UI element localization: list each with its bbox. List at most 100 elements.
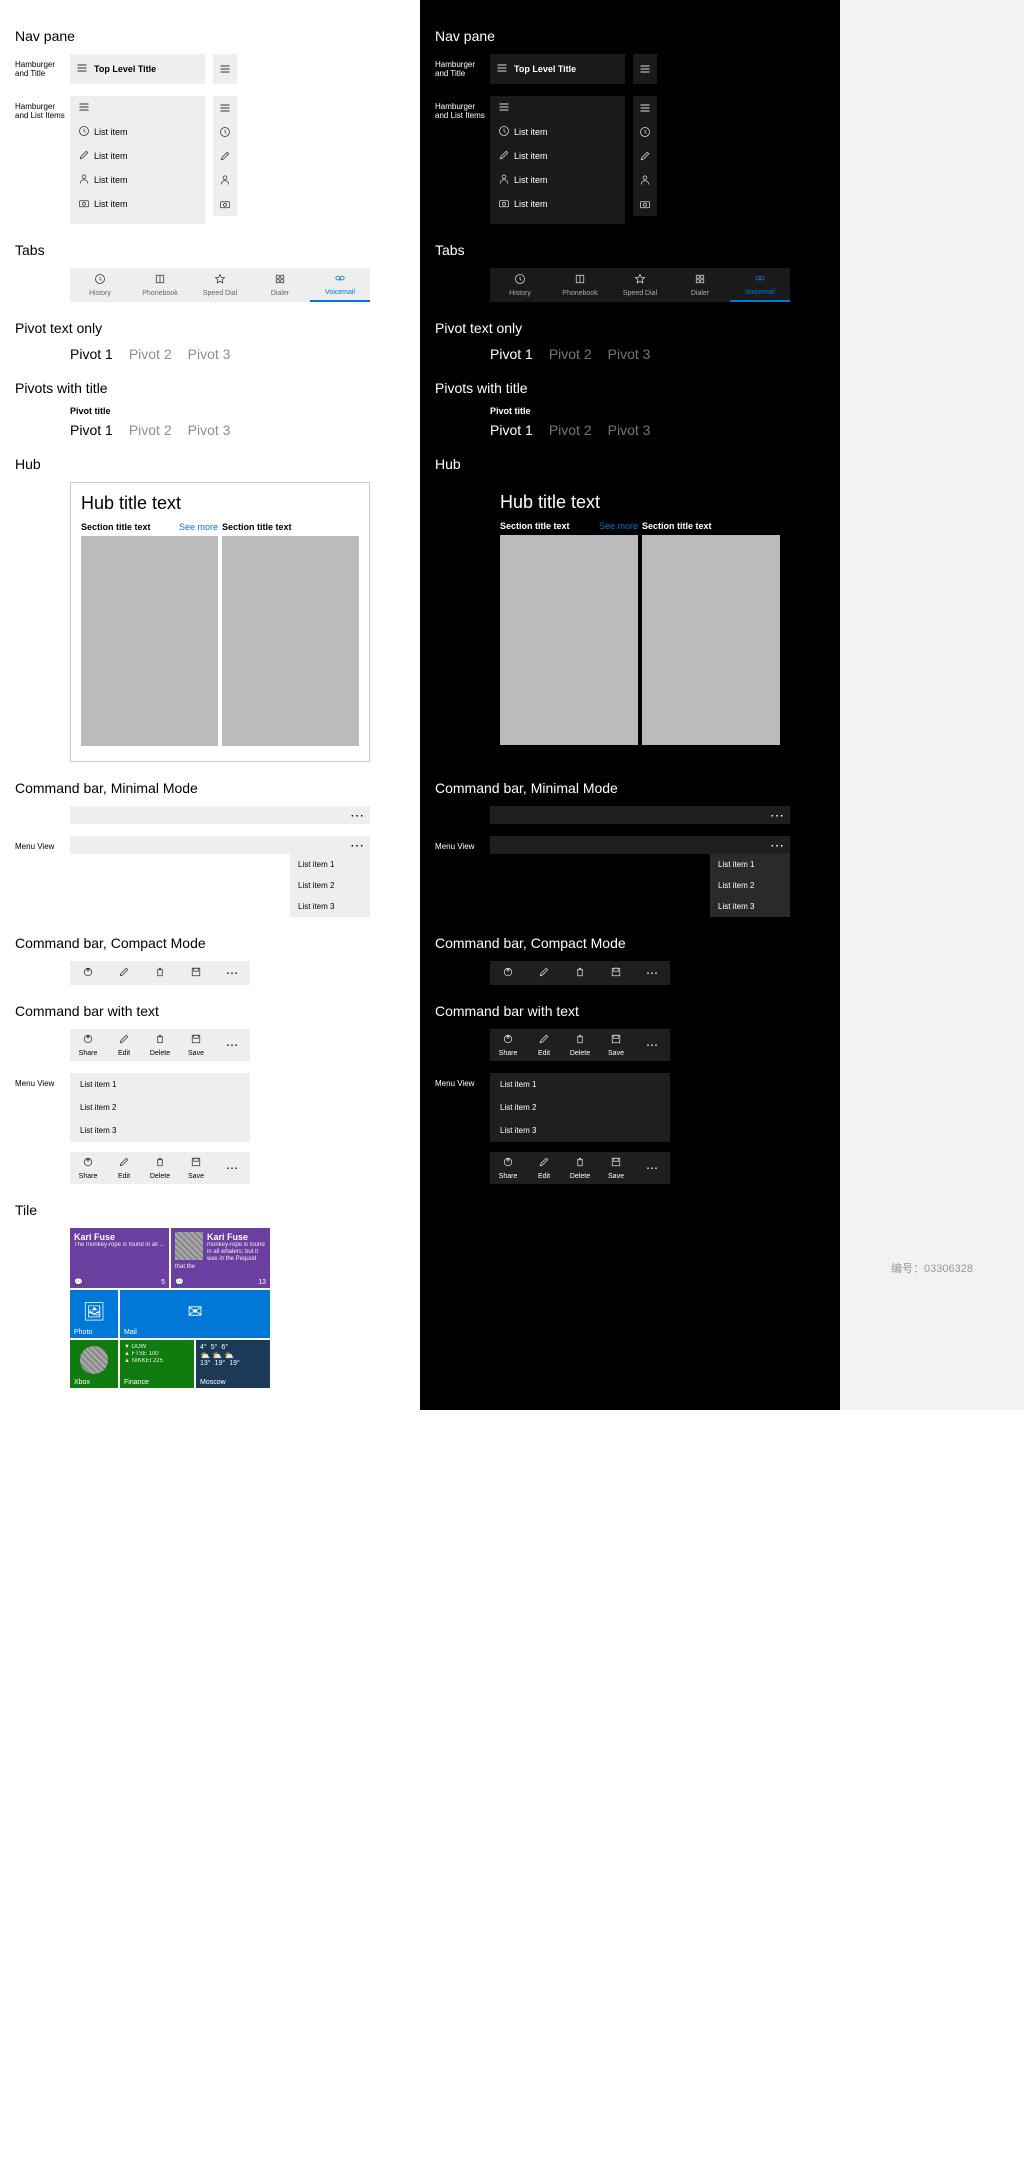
more-button[interactable]: ⋯ bbox=[350, 837, 364, 854]
nav-narrow-hamburger[interactable] bbox=[213, 54, 237, 84]
more-button[interactable]: ⋯ bbox=[214, 1029, 250, 1061]
trash-icon[interactable] bbox=[574, 966, 586, 981]
list-item[interactable]: List item 2 bbox=[70, 1096, 250, 1119]
pivot-3[interactable]: Pivot 3 bbox=[188, 346, 231, 362]
nav-list-item[interactable]: List item bbox=[70, 144, 205, 168]
pencil-icon[interactable] bbox=[118, 966, 130, 981]
share-icon[interactable] bbox=[82, 966, 94, 981]
cmd-share[interactable]: Share bbox=[70, 1152, 106, 1184]
menu-item[interactable]: List item 3 bbox=[710, 896, 790, 917]
tab-speeddial[interactable]: Speed Dial bbox=[610, 268, 670, 302]
nav-list-item[interactable]: List item bbox=[70, 168, 205, 192]
trash-icon[interactable] bbox=[154, 966, 166, 981]
hamburger-icon[interactable] bbox=[74, 101, 94, 116]
share-icon[interactable] bbox=[502, 966, 514, 981]
menu-item[interactable]: List item 1 bbox=[290, 854, 370, 875]
cmd-edit[interactable]: Edit bbox=[106, 1152, 142, 1184]
tile-photo[interactable]: 🖼Photo bbox=[70, 1290, 118, 1338]
tab-phonebook[interactable]: Phonebook bbox=[550, 268, 610, 302]
more-button[interactable]: ⋯ bbox=[770, 807, 784, 824]
tab-history[interactable]: History bbox=[70, 268, 130, 302]
pivot-3[interactable]: Pivot 3 bbox=[188, 422, 231, 438]
hamburger-icon[interactable] bbox=[213, 96, 237, 120]
more-button[interactable]: ⋯ bbox=[226, 966, 238, 980]
menu-item[interactable]: List item 1 bbox=[710, 854, 790, 875]
clock-icon[interactable] bbox=[633, 120, 657, 144]
cmd-save[interactable]: Save bbox=[178, 1029, 214, 1061]
cmd-share[interactable]: Share bbox=[490, 1029, 526, 1061]
cmd-save[interactable]: Save bbox=[598, 1152, 634, 1184]
save-icon[interactable] bbox=[610, 966, 622, 981]
hamburger-icon[interactable] bbox=[633, 96, 657, 120]
nav-list-item[interactable]: List item bbox=[490, 192, 625, 216]
person-icon[interactable] bbox=[213, 168, 237, 192]
pivot-2[interactable]: Pivot 2 bbox=[549, 422, 592, 438]
hamburger-icon[interactable] bbox=[490, 62, 514, 77]
list-item[interactable]: List item 3 bbox=[70, 1119, 250, 1142]
pivot-2[interactable]: Pivot 2 bbox=[549, 346, 592, 362]
menu-item[interactable]: List item 3 bbox=[290, 896, 370, 917]
tab-phonebook[interactable]: Phonebook bbox=[130, 268, 190, 302]
tile-xbox[interactable]: Xbox bbox=[70, 1340, 118, 1388]
pencil-icon[interactable] bbox=[213, 144, 237, 168]
tile-finance[interactable]: ▼ DOW ▲ FTSE 100 ▲ NIKKEI 225 Finance bbox=[120, 1340, 194, 1388]
nav-list-item[interactable]: List item bbox=[70, 120, 205, 144]
tab-voicemail[interactable]: Voicemail bbox=[730, 268, 790, 302]
person-icon[interactable] bbox=[633, 168, 657, 192]
tile-weather[interactable]: 4°5°6° ⛅ ⛅ ⛅ 13°19°19° Moscow bbox=[196, 1340, 270, 1388]
cmd-edit[interactable]: Edit bbox=[106, 1029, 142, 1061]
more-button[interactable]: ⋯ bbox=[214, 1152, 250, 1184]
tab-dialer[interactable]: Dialer bbox=[670, 268, 730, 302]
tab-history[interactable]: History bbox=[490, 268, 550, 302]
cmd-edit[interactable]: Edit bbox=[526, 1029, 562, 1061]
tab-dialer[interactable]: Dialer bbox=[250, 268, 310, 302]
cmd-delete[interactable]: Delete bbox=[562, 1152, 598, 1184]
tab-voicemail[interactable]: Voicemail bbox=[310, 268, 370, 302]
pivot-3[interactable]: Pivot 3 bbox=[608, 346, 651, 362]
more-button[interactable]: ⋯ bbox=[646, 966, 658, 980]
nav-list-item[interactable]: List item bbox=[70, 192, 205, 216]
pivot-1[interactable]: Pivot 1 bbox=[70, 422, 113, 438]
list-item[interactable]: List item 1 bbox=[70, 1073, 250, 1096]
list-item[interactable]: List item 3 bbox=[490, 1119, 670, 1142]
camera-icon[interactable] bbox=[213, 192, 237, 216]
pivot-2[interactable]: Pivot 2 bbox=[129, 346, 172, 362]
nav-list-item[interactable]: List item bbox=[490, 120, 625, 144]
pivot-1[interactable]: Pivot 1 bbox=[490, 422, 533, 438]
list-item[interactable]: List item 1 bbox=[490, 1073, 670, 1096]
more-button[interactable]: ⋯ bbox=[634, 1152, 670, 1184]
camera-icon[interactable] bbox=[633, 192, 657, 216]
pivot-3[interactable]: Pivot 3 bbox=[608, 422, 651, 438]
menu-item[interactable]: List item 2 bbox=[710, 875, 790, 896]
pivot-1[interactable]: Pivot 1 bbox=[70, 346, 113, 362]
more-button[interactable]: ⋯ bbox=[350, 807, 364, 824]
list-item[interactable]: List item 2 bbox=[490, 1096, 670, 1119]
nav-list-item[interactable]: List item bbox=[490, 168, 625, 192]
tile-mail[interactable]: ✉Mail bbox=[120, 1290, 270, 1338]
cmd-share[interactable]: Share bbox=[70, 1029, 106, 1061]
nav-list-item[interactable]: List item bbox=[490, 144, 625, 168]
nav-narrow-hamburger[interactable] bbox=[633, 54, 657, 84]
cmd-save[interactable]: Save bbox=[598, 1029, 634, 1061]
pivot-1[interactable]: Pivot 1 bbox=[490, 346, 533, 362]
menu-item[interactable]: List item 2 bbox=[290, 875, 370, 896]
save-icon[interactable] bbox=[190, 966, 202, 981]
pencil-icon[interactable] bbox=[633, 144, 657, 168]
pencil-icon[interactable] bbox=[538, 966, 550, 981]
cmd-save[interactable]: Save bbox=[178, 1152, 214, 1184]
tile-contact-2[interactable]: Kari Fuse monkey-rope is found in all wh… bbox=[171, 1228, 270, 1288]
clock-icon[interactable] bbox=[213, 120, 237, 144]
see-more-link[interactable]: See more bbox=[599, 521, 638, 531]
cmd-delete[interactable]: Delete bbox=[142, 1029, 178, 1061]
cmd-delete[interactable]: Delete bbox=[562, 1029, 598, 1061]
cmd-delete[interactable]: Delete bbox=[142, 1152, 178, 1184]
cmd-edit[interactable]: Edit bbox=[526, 1152, 562, 1184]
hamburger-icon[interactable] bbox=[70, 62, 94, 77]
cmd-share[interactable]: Share bbox=[490, 1152, 526, 1184]
tab-speeddial[interactable]: Speed Dial bbox=[190, 268, 250, 302]
more-button[interactable]: ⋯ bbox=[770, 837, 784, 854]
more-button[interactable]: ⋯ bbox=[634, 1029, 670, 1061]
pivot-2[interactable]: Pivot 2 bbox=[129, 422, 172, 438]
hamburger-icon[interactable] bbox=[494, 101, 514, 116]
see-more-link[interactable]: See more bbox=[179, 522, 218, 532]
